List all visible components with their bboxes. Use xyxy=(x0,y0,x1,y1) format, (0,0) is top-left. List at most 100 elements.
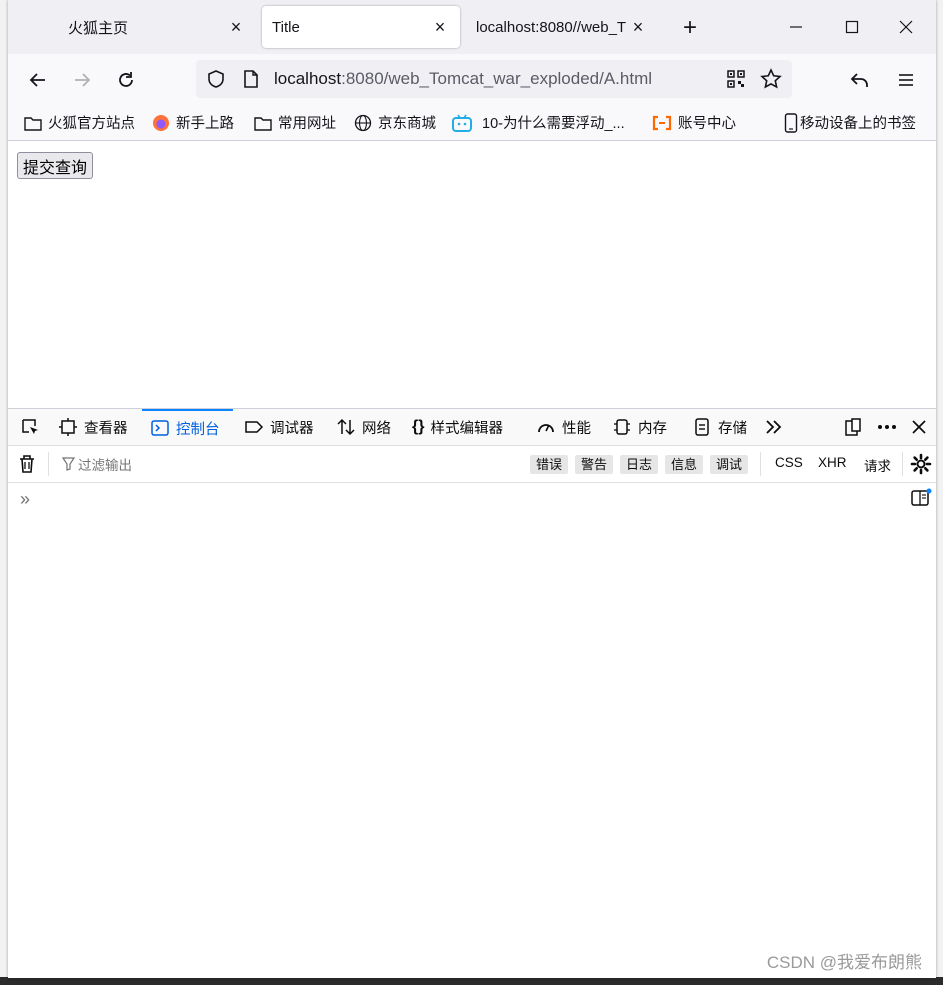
element-picker-button[interactable] xyxy=(14,409,46,445)
level-filter-logs[interactable]: 日志 xyxy=(620,455,659,474)
tab-close-icon[interactable]: × xyxy=(430,17,450,38)
url-text[interactable]: localhost:8080/web_Tomcat_war_exploded/A… xyxy=(274,69,652,89)
tab-title: localhost:8080//web_T xyxy=(476,18,627,36)
hamburger-menu-icon xyxy=(899,74,913,86)
devtools-tab-network[interactable]: 网络 xyxy=(336,409,391,445)
bookmark-star-icon[interactable] xyxy=(760,68,782,93)
bookmark-label: 常用网址 xyxy=(278,116,336,132)
filter-css-toggle[interactable]: CSS xyxy=(775,455,803,470)
level-filter-warnings[interactable]: 警告 xyxy=(575,455,614,474)
folder-icon xyxy=(24,115,42,131)
history-back-button[interactable] xyxy=(844,64,876,96)
tab-label: 样式编辑器 xyxy=(430,420,503,437)
shield-icon[interactable] xyxy=(206,69,226,92)
mobile-icon xyxy=(784,112,798,133)
responsive-design-icon xyxy=(845,418,861,436)
bookmark-label: 火狐官方站点 xyxy=(48,116,135,132)
level-filter-errors[interactable]: 错误 xyxy=(530,455,569,474)
arrow-right-icon xyxy=(75,73,91,87)
page-content: 提交查询 xyxy=(8,141,936,409)
tab-close-icon[interactable]: × xyxy=(628,17,648,38)
tab-title: 火狐主页 xyxy=(68,19,129,37)
bookmark-label: 移动设备上的书签 xyxy=(800,116,916,132)
bookmark-label: 新手上路 xyxy=(176,116,234,132)
minimize-button[interactable] xyxy=(776,10,816,44)
level-filter-info[interactable]: 信息 xyxy=(665,455,704,474)
devtools-tab-debugger[interactable]: 调试器 xyxy=(244,409,314,445)
submit-query-button[interactable]: 提交查询 xyxy=(17,152,94,179)
browser-window: 火狐主页 × Title × localhost:8080//web_T × + xyxy=(8,0,936,978)
debugger-icon xyxy=(244,417,264,437)
reload-icon xyxy=(119,72,133,87)
aliyun-icon xyxy=(652,115,672,131)
url-bar[interactable]: localhost:8080/web_Tomcat_war_exploded/A… xyxy=(196,60,792,98)
menu-button[interactable] xyxy=(890,64,922,96)
bookmark-label: 账号中心 xyxy=(678,116,736,132)
close-icon xyxy=(899,20,913,34)
undo-icon xyxy=(850,73,868,87)
bookmark-mobile[interactable]: 移动设备上的书签 xyxy=(784,112,916,133)
console-settings-gear-icon[interactable] xyxy=(910,453,932,478)
background-ide-strip-right xyxy=(935,0,943,985)
bookmark-account-center[interactable]: 账号中心 xyxy=(652,112,736,133)
navigation-bar: localhost:8080/web_Tomcat_war_exploded/A… xyxy=(8,54,936,106)
maximize-icon xyxy=(845,20,859,34)
tab-label: 查看器 xyxy=(84,420,128,437)
toolbar-divider xyxy=(760,452,761,476)
page-info-icon[interactable] xyxy=(242,69,260,92)
bookmarks-bar: 火狐官方站点 新手上路 常用网址 京东商城 10-为什么需要浮动_... 账号中… xyxy=(8,106,936,141)
network-icon xyxy=(336,417,356,437)
maximize-button[interactable] xyxy=(832,10,872,44)
watermark: CSDN @我爱布朗熊 xyxy=(766,953,922,972)
background-ide-strip-left xyxy=(0,0,8,985)
back-button[interactable] xyxy=(22,64,54,96)
devtools-tab-inspector[interactable]: 查看器 xyxy=(58,409,128,445)
tab-title-active[interactable]: Title × xyxy=(262,6,460,48)
devtools-tab-console[interactable]: 控制台 xyxy=(142,409,233,445)
memory-chip-icon xyxy=(612,417,632,437)
gauge-icon xyxy=(536,417,556,437)
folder-icon xyxy=(254,115,272,131)
bookmark-getting-started[interactable]: 新手上路 xyxy=(152,112,234,133)
tab-label: 存储 xyxy=(718,420,747,437)
inspector-icon xyxy=(58,417,78,437)
bookmark-label: 京东商城 xyxy=(378,116,436,132)
filter-output-input[interactable] xyxy=(58,450,540,480)
window-close-button[interactable] xyxy=(886,10,926,44)
reload-button[interactable] xyxy=(110,64,142,96)
bookmark-common-sites[interactable]: 常用网址 xyxy=(254,112,336,133)
tab-firefox-home[interactable]: 火狐主页 × xyxy=(8,6,256,48)
devtools-tab-memory[interactable]: 内存 xyxy=(612,409,667,445)
console-input-prompt[interactable]: » xyxy=(20,489,30,510)
background-ide-strip-bottom xyxy=(0,977,943,985)
bookmark-label: 10-为什么需要浮动_... xyxy=(482,116,625,132)
devtools-more-options-icon[interactable] xyxy=(874,409,900,445)
bookmark-firefox-site[interactable]: 火狐官方站点 xyxy=(24,112,135,133)
more-tabs-chevron-icon[interactable] xyxy=(762,409,786,445)
sidebar-toggle-icon[interactable] xyxy=(910,488,932,511)
picker-icon xyxy=(22,419,38,434)
devtools-close-icon[interactable] xyxy=(906,409,932,445)
level-filter-debug[interactable]: 调试 xyxy=(710,455,749,474)
devtools-tab-storage[interactable]: 存储 xyxy=(692,409,747,445)
forward-button[interactable] xyxy=(66,64,98,96)
qr-code-icon[interactable] xyxy=(726,69,746,92)
tab-label: 调试器 xyxy=(270,420,314,437)
filter-xhr-toggle[interactable]: XHR xyxy=(818,455,847,470)
bookmark-bilibili[interactable]: 10-为什么需要浮动_... xyxy=(452,112,625,133)
tab-label: 控制台 xyxy=(176,421,220,438)
dock-toggle-button[interactable] xyxy=(840,409,866,445)
devtools-tab-style-editor[interactable]: {} 样式编辑器 xyxy=(412,409,503,445)
toolbar-divider xyxy=(48,452,49,476)
clear-console-trash-icon[interactable] xyxy=(18,454,36,477)
tab-label: 性能 xyxy=(562,420,591,437)
url-host: localhost xyxy=(274,69,342,88)
tab-close-icon[interactable]: × xyxy=(226,17,246,38)
devtools-tab-performance[interactable]: 性能 xyxy=(536,409,591,445)
new-tab-button[interactable]: + xyxy=(676,14,704,42)
bookmark-jd[interactable]: 京东商城 xyxy=(354,112,436,133)
tab-localhost[interactable]: localhost:8080//web_T × xyxy=(466,6,658,48)
devtools-panel: 查看器 控制台 调试器 网络 {} 样式编辑器 性能 内存 存储 过滤输出 错误… xyxy=(8,408,936,978)
filter-requests-toggle[interactable]: 请求 xyxy=(864,455,891,475)
tab-label: 网络 xyxy=(362,420,391,437)
